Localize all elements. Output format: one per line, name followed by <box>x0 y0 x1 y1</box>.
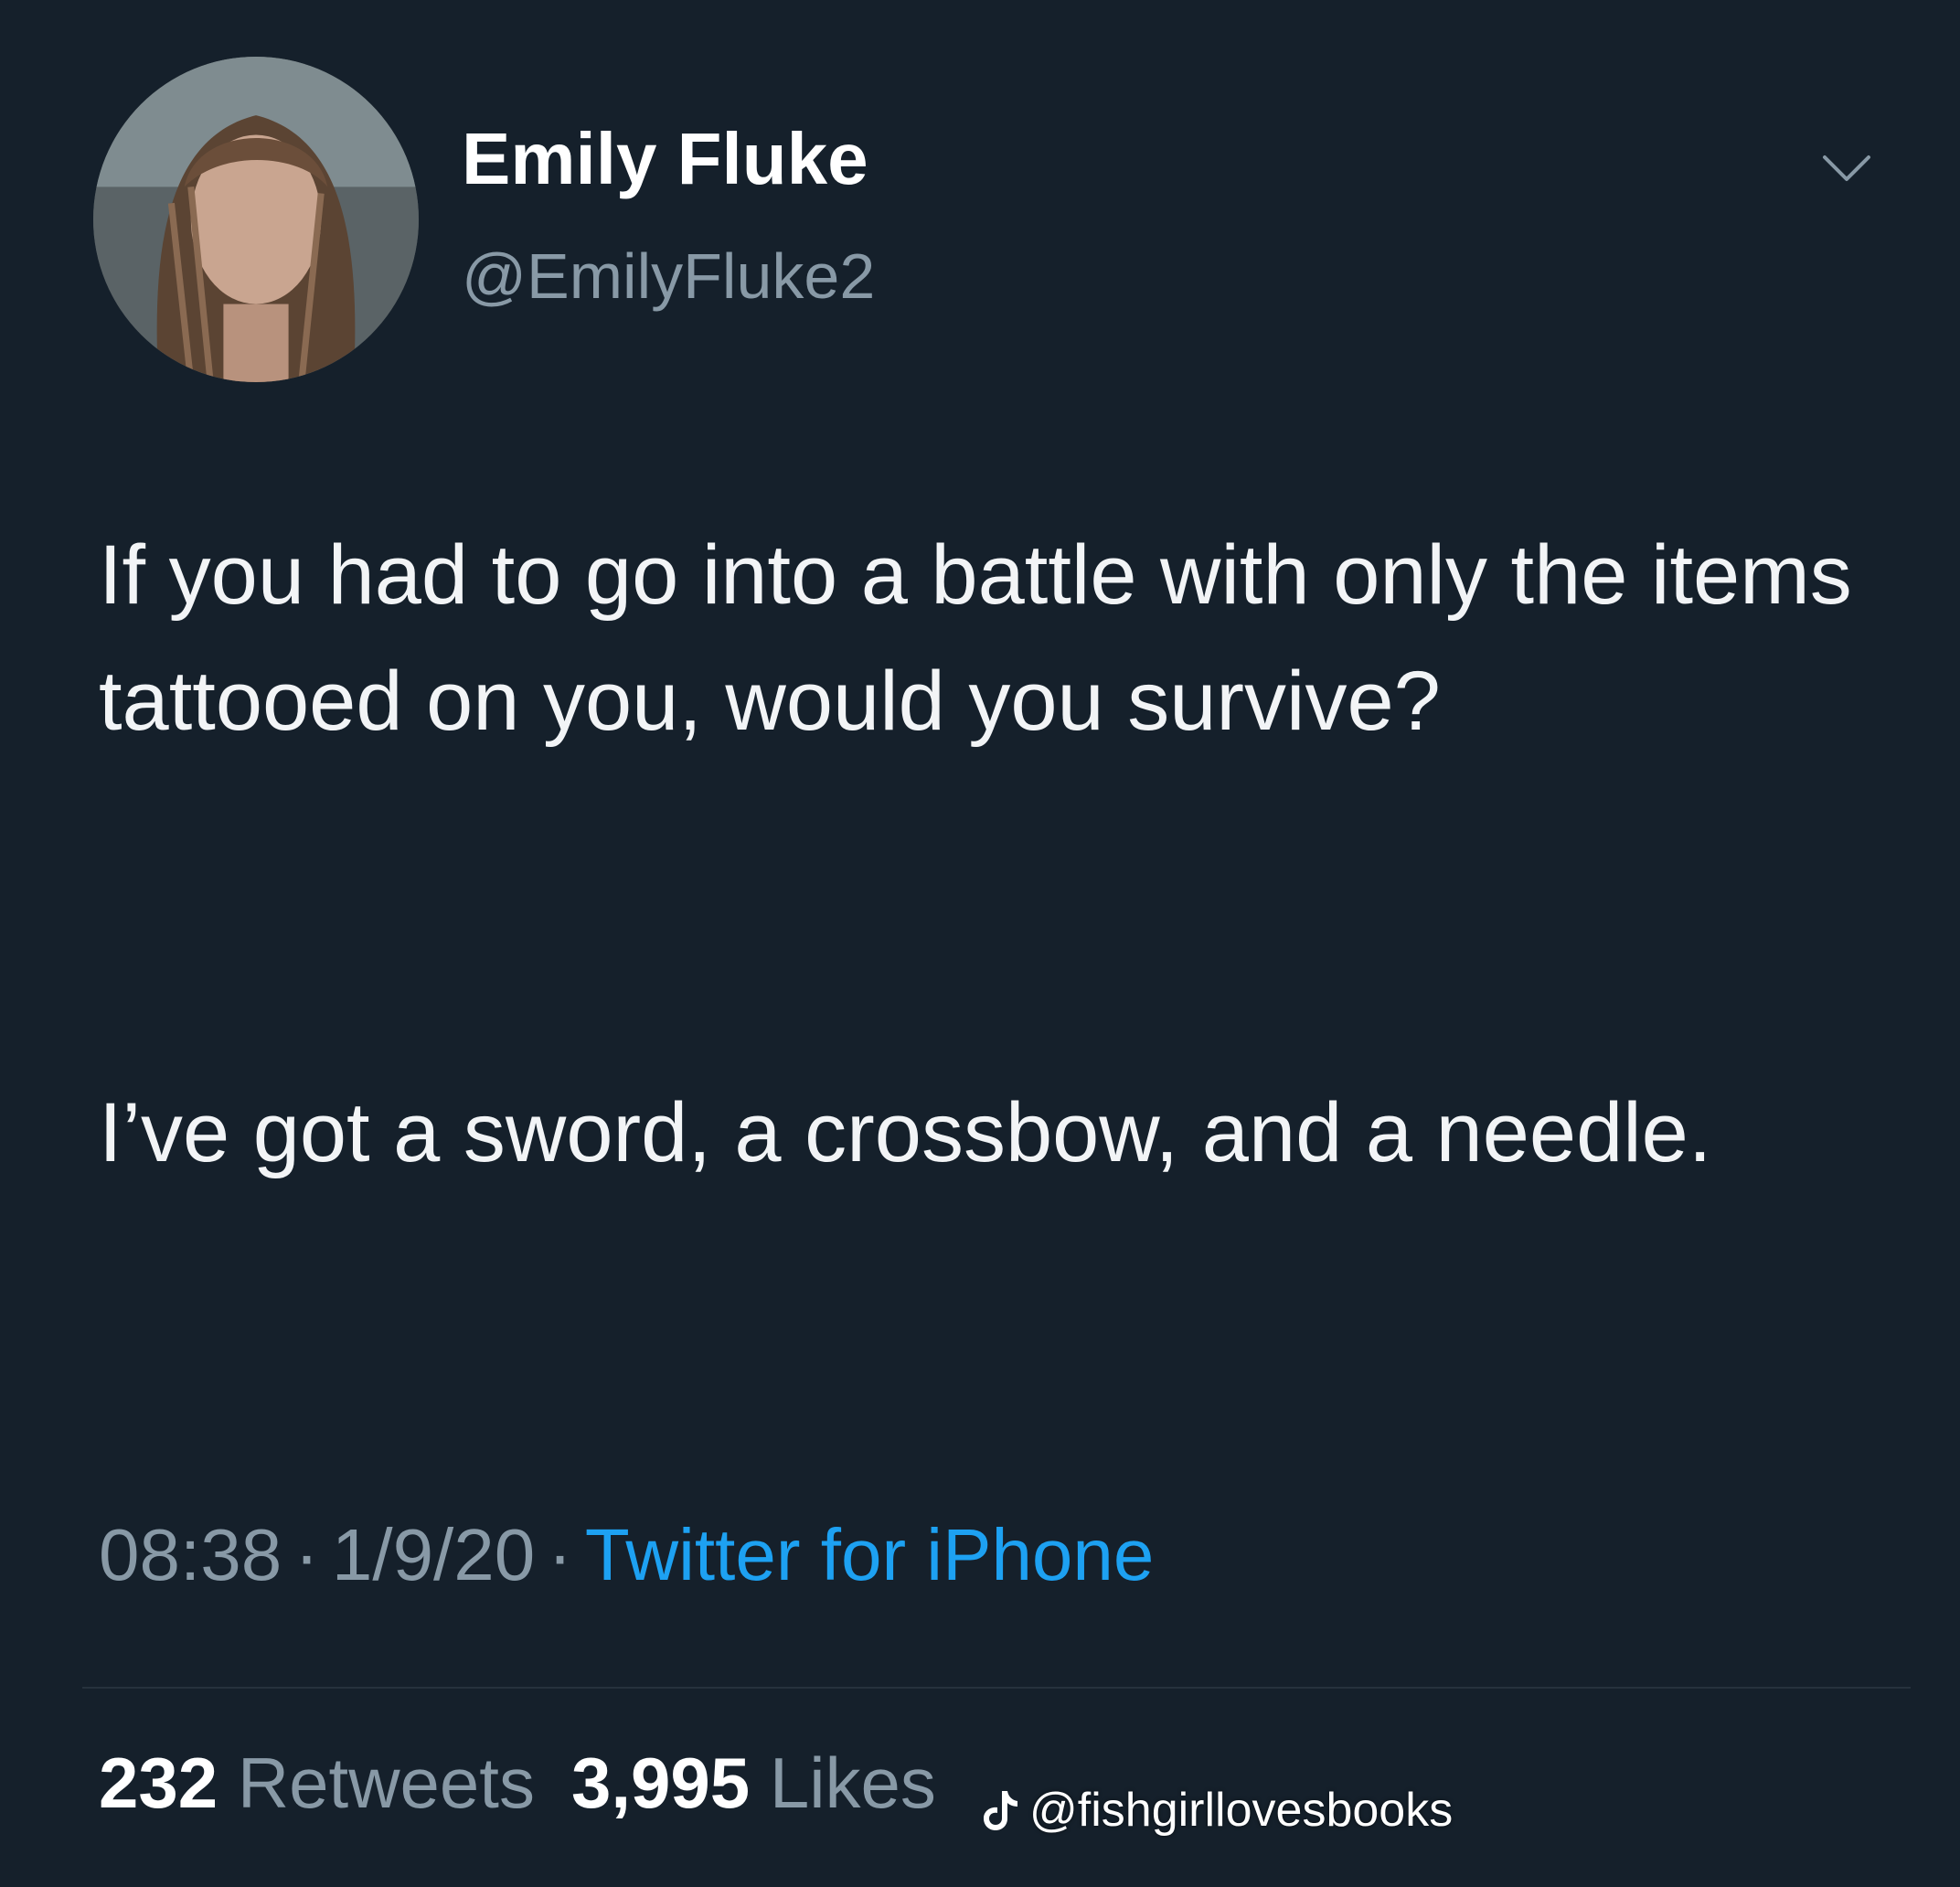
watermark-text: @fishgirllovesbooks <box>1029 1784 1454 1837</box>
retweets-label: Retweets <box>237 1743 535 1823</box>
watermark: @fishgirllovesbooks <box>980 1783 1453 1838</box>
likes-count: 3,995 <box>570 1743 751 1823</box>
author-name[interactable]: Emily Fluke <box>462 117 868 201</box>
likes-label: Likes <box>769 1743 936 1823</box>
separator: · <box>294 1514 319 1595</box>
author-handle[interactable]: @EmilyFluke2 <box>462 240 875 313</box>
separator: · <box>548 1514 572 1595</box>
tiktok-icon <box>980 1787 1020 1833</box>
tweet-card: Emily Fluke @EmilyFluke2 If you had to g… <box>0 0 1960 1887</box>
retweets-count: 232 <box>99 1743 218 1823</box>
divider <box>82 1687 1911 1689</box>
tweet-time: 08:38 <box>99 1514 282 1595</box>
chevron-down-icon[interactable] <box>1819 150 1874 187</box>
retweets-stat[interactable]: 232 Retweets <box>99 1743 535 1823</box>
tweet-text-paragraph: If you had to go into a battle with only… <box>99 528 1852 748</box>
tweet-stats: 232 Retweets 3,995 Likes <box>99 1742 936 1825</box>
tweet-text-paragraph: I’ve got a sword, a crossbow, and a need… <box>99 1086 1712 1179</box>
avatar-image <box>93 57 419 382</box>
likes-stat[interactable]: 3,995 Likes <box>571 1743 936 1823</box>
tweet-date: 1/9/20 <box>331 1514 536 1595</box>
tweet-source-link[interactable]: Twitter for iPhone <box>585 1514 1155 1595</box>
tweet-meta: 08:38 · 1/9/20 · Twitter for iPhone <box>99 1513 1154 1597</box>
avatar[interactable] <box>93 57 419 382</box>
